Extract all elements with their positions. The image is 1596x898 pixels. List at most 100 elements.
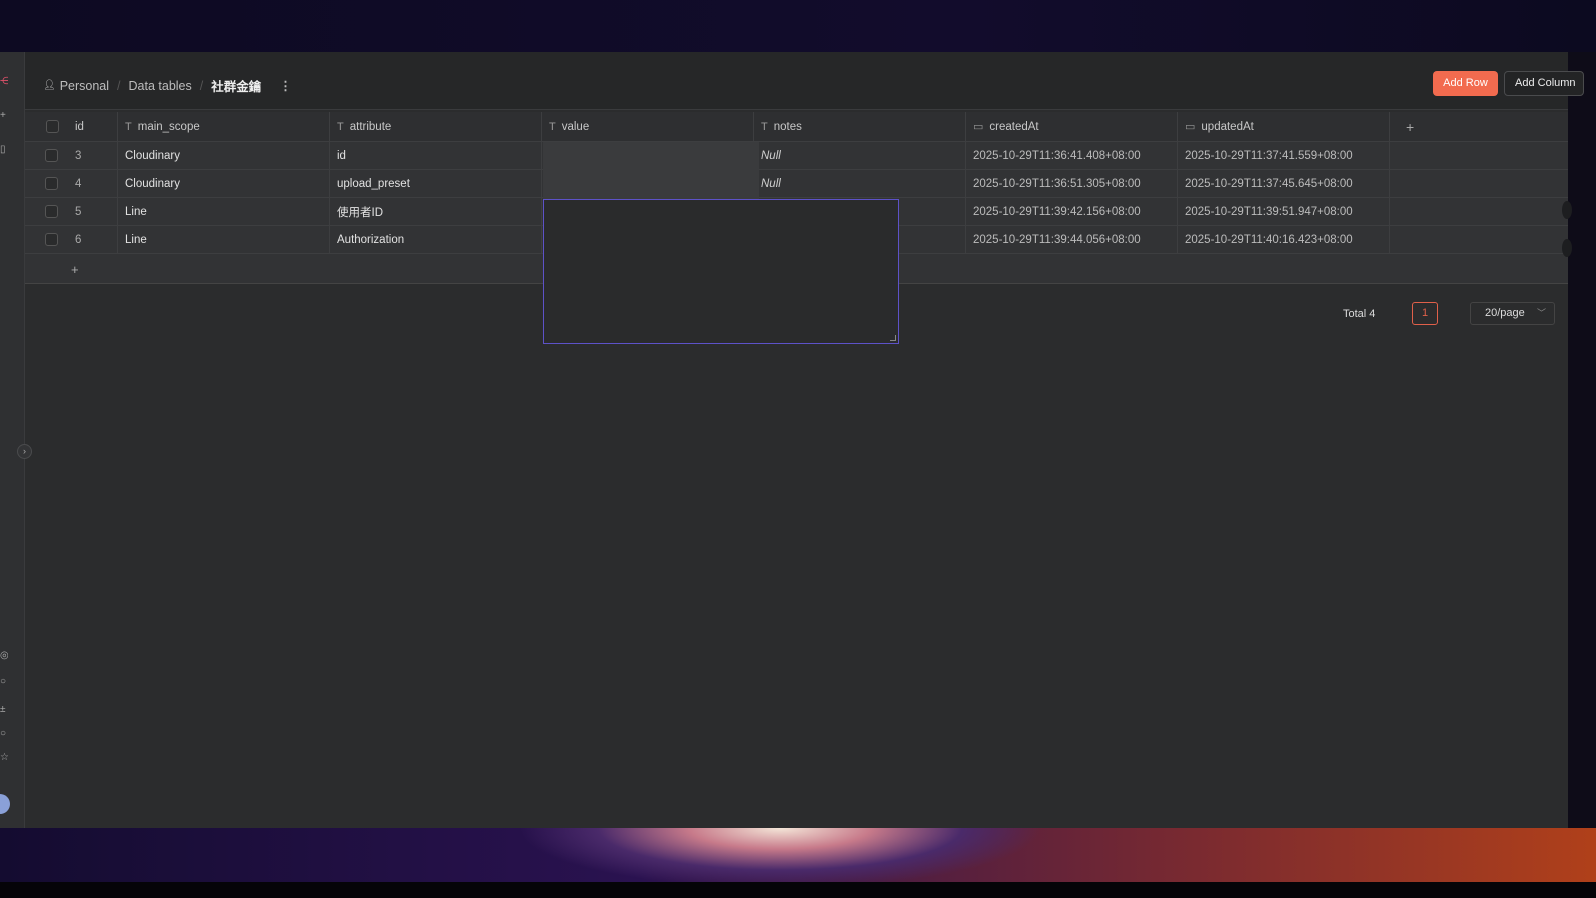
table-cell-id[interactable]: 3 bbox=[65, 142, 118, 169]
cell-text: 2025-10-29T11:40:16.423+08:00 bbox=[1185, 233, 1353, 246]
row-checkbox[interactable] bbox=[45, 205, 58, 218]
table-cell-notes[interactable]: Null bbox=[754, 142, 966, 169]
table-cell-attribute[interactable]: 使用者ID bbox=[330, 198, 542, 225]
select-all-checkbox[interactable] bbox=[46, 120, 59, 133]
cell-text: Cloudinary bbox=[125, 149, 180, 162]
page-size-select[interactable]: 20/page ﹀ bbox=[1470, 302, 1555, 325]
add-icon[interactable]: + bbox=[0, 110, 8, 121]
folder-icon[interactable]: ▯ bbox=[0, 144, 8, 155]
column-label: updatedAt bbox=[1201, 120, 1254, 133]
cell-text: 2025-10-29T11:39:44.056+08:00 bbox=[973, 233, 1141, 246]
add-row-plus-button[interactable]: + bbox=[71, 262, 79, 277]
add-column-button[interactable]: Add Column bbox=[1504, 71, 1584, 96]
table-cell-main-scope[interactable]: Cloudinary bbox=[118, 170, 330, 197]
cell-text: Line bbox=[125, 233, 147, 246]
overlay-handle bbox=[1562, 239, 1572, 257]
cell-text: 2025-10-29T11:39:42.156+08:00 bbox=[973, 205, 1141, 218]
cell-text: Line bbox=[125, 205, 147, 218]
table-cell-updatedAt[interactable]: 2025-10-29T11:39:51.947+08:00 bbox=[1178, 198, 1390, 225]
whats-new-icon[interactable]: ☆ bbox=[0, 752, 8, 763]
page-size-value: 20/page bbox=[1485, 307, 1525, 319]
text-type-icon: T bbox=[337, 120, 344, 133]
table-cell-attribute[interactable]: upload_preset bbox=[330, 170, 542, 197]
column-header-value[interactable]: Tvalue bbox=[542, 112, 754, 141]
column-header-notes[interactable]: Tnotes bbox=[754, 112, 966, 141]
chevron-down-icon: ﹀ bbox=[1536, 308, 1546, 318]
text-type-icon: T bbox=[549, 120, 556, 133]
cell-text: Cloudinary bbox=[125, 177, 180, 190]
table-cell-updatedAt[interactable]: 2025-10-29T11:37:41.559+08:00 bbox=[1178, 142, 1390, 169]
breadcrumb-current-table: 社群金鑰 bbox=[211, 80, 262, 94]
value-cell-editor[interactable] bbox=[543, 199, 899, 344]
row-checkbox[interactable] bbox=[45, 149, 58, 162]
cell-text: Null bbox=[761, 149, 781, 162]
table-cell-attribute[interactable]: id bbox=[330, 142, 542, 169]
pagination-total: Total 4 bbox=[1343, 308, 1376, 320]
table-cell-empty bbox=[1390, 198, 1568, 225]
cell-text: 3 bbox=[75, 149, 82, 162]
expand-sidebar-icon[interactable]: › bbox=[17, 444, 32, 459]
breadcrumb: 👤︎ Personal / Data tables / 社群金鑰 ⋮ bbox=[43, 76, 292, 95]
cell-text: 使用者ID bbox=[337, 206, 383, 219]
column-label: notes bbox=[773, 120, 802, 133]
table-cell-id[interactable]: 4 bbox=[65, 170, 118, 197]
page-1-button[interactable]: 1 bbox=[1412, 302, 1438, 325]
table-cell-empty bbox=[1390, 142, 1568, 169]
template-icon[interactable]: ◎ bbox=[0, 650, 8, 661]
row-checkbox[interactable] bbox=[45, 177, 58, 190]
more-options-icon[interactable]: ⋮ bbox=[279, 78, 292, 93]
column-header-updated-at[interactable]: ▭ updatedAt bbox=[1178, 112, 1390, 141]
table-cell-createdAt[interactable]: 2025-10-29T11:36:51.305+08:00 bbox=[966, 170, 1178, 197]
avatar[interactable] bbox=[0, 794, 10, 814]
cell-text: upload_preset bbox=[337, 177, 410, 190]
breadcrumb-data-tables[interactable]: Data tables bbox=[129, 79, 192, 93]
column-label: id bbox=[75, 120, 84, 133]
column-label: attribute bbox=[349, 120, 392, 133]
column-header-main-scope[interactable]: Tmain_scope bbox=[118, 112, 330, 141]
table-cell-main-scope[interactable]: Line bbox=[118, 198, 330, 225]
calendar-icon: ▭ bbox=[973, 121, 984, 133]
table-row: 4 Cloudinary upload_preset Null 2025-10-29T1… bbox=[25, 170, 1568, 198]
notifications-icon[interactable]: ○ bbox=[0, 728, 8, 739]
row-checkbox[interactable] bbox=[45, 233, 58, 246]
table-cell-createdAt[interactable]: 2025-10-29T11:39:44.056+08:00 bbox=[966, 226, 1178, 253]
table-cell-attribute[interactable]: Authorization bbox=[330, 226, 542, 253]
column-header-id[interactable]: id bbox=[65, 112, 118, 141]
cell-text: Null bbox=[761, 177, 781, 190]
table-cell-id[interactable]: 5 bbox=[65, 198, 118, 225]
cell-text: 2025-10-29T11:37:41.559+08:00 bbox=[1185, 149, 1353, 162]
sidebar: ⋲ + ▯ ◎ ○ ± ○ ☆ › bbox=[0, 52, 32, 828]
table-cell-updatedAt[interactable]: 2025-10-29T11:40:16.423+08:00 bbox=[1178, 226, 1390, 253]
table-cell-main-scope[interactable]: Line bbox=[118, 226, 330, 253]
desktop-edge bbox=[1568, 52, 1596, 828]
breadcrumb-personal[interactable]: Personal bbox=[60, 79, 109, 93]
table-cell-createdAt[interactable]: 2025-10-29T11:39:42.156+08:00 bbox=[966, 198, 1178, 225]
add-column-plus-button[interactable]: + bbox=[1390, 112, 1568, 141]
cell-text: 2025-10-29T11:36:41.408+08:00 bbox=[973, 149, 1141, 162]
table-cell-createdAt[interactable]: 2025-10-29T11:36:41.408+08:00 bbox=[966, 142, 1178, 169]
cell-text: 2025-10-29T11:39:51.947+08:00 bbox=[1185, 205, 1353, 218]
table-cell-main-scope[interactable]: Cloudinary bbox=[118, 142, 330, 169]
workflow-icon[interactable]: ⋲ bbox=[0, 76, 8, 87]
table-cell-id[interactable]: 6 bbox=[65, 226, 118, 253]
text-type-icon: T bbox=[125, 120, 132, 133]
calendar-icon: ▭ bbox=[1185, 121, 1196, 133]
cell-text: 6 bbox=[75, 233, 82, 246]
insights-icon[interactable]: ○ bbox=[0, 676, 8, 687]
column-label: createdAt bbox=[989, 120, 1039, 133]
user-icon: 👤︎ bbox=[43, 80, 56, 91]
column-header-attribute[interactable]: Tattribute bbox=[330, 112, 542, 141]
table-cell-updatedAt[interactable]: 2025-10-29T11:37:45.645+08:00 bbox=[1178, 170, 1390, 197]
text-type-icon: T bbox=[761, 120, 768, 133]
help-icon[interactable]: ± bbox=[0, 704, 8, 715]
table-header-row: id Tmain_scope Tattribute Tvalue Tnotes … bbox=[25, 112, 1568, 142]
breadcrumb-separator: / bbox=[199, 78, 204, 93]
cell-text: 4 bbox=[75, 177, 82, 190]
column-header-created-at[interactable]: ▭ createdAt bbox=[966, 112, 1178, 141]
desktop-background-top bbox=[0, 0, 1596, 52]
cell-text: Authorization bbox=[337, 233, 405, 246]
column-label: value bbox=[561, 120, 590, 133]
table-row: 3 Cloudinary id Null 2025-10-29T11:36:41.408… bbox=[25, 142, 1568, 170]
table-cell-notes[interactable]: Null bbox=[754, 170, 966, 197]
add-row-button[interactable]: Add Row bbox=[1433, 71, 1498, 96]
